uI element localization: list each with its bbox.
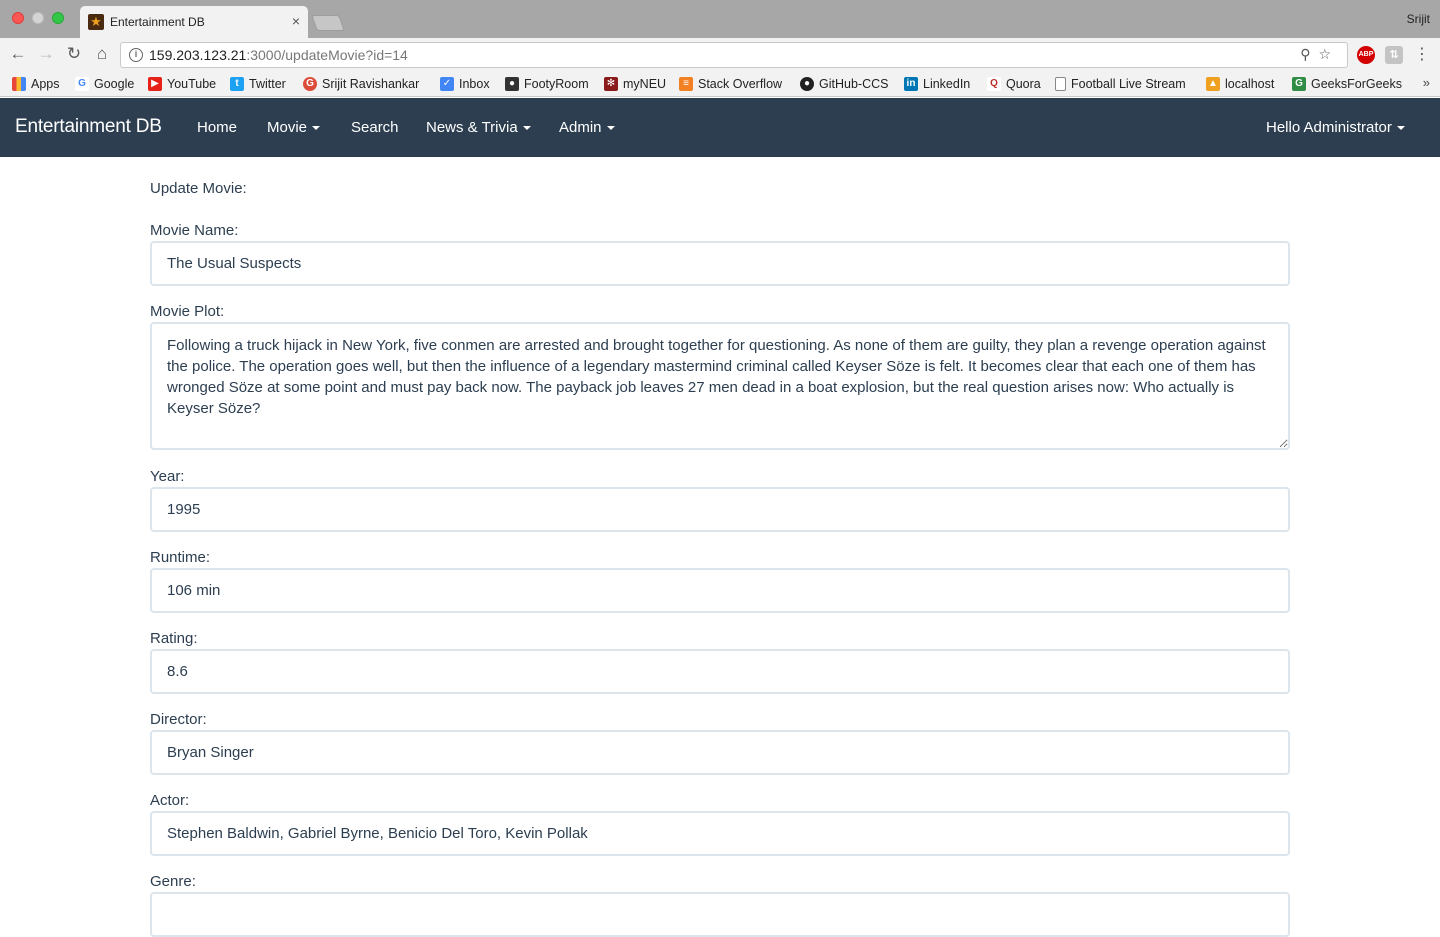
rating-input[interactable] bbox=[150, 649, 1290, 694]
nav-user-dropdown[interactable]: Hello Administrator bbox=[1266, 119, 1405, 136]
address-bar[interactable]: i 159.203.123.21:3000/updateMovie?id=14 … bbox=[120, 42, 1348, 68]
tab-title: Entertainment DB bbox=[110, 15, 205, 29]
bookmark-geeksforgeeks[interactable]: G GeeksForGeeks bbox=[1292, 75, 1402, 93]
page-icon bbox=[1055, 77, 1066, 91]
close-window-button[interactable] bbox=[12, 12, 24, 24]
minimize-window-button[interactable] bbox=[32, 12, 44, 24]
nav-movie-dropdown[interactable]: Movie bbox=[267, 119, 321, 136]
bookmark-twitter[interactable]: t Twitter bbox=[230, 75, 286, 93]
page-title: Update Movie: bbox=[150, 180, 247, 197]
genre-label: Genre: bbox=[150, 873, 196, 890]
nav-home[interactable]: Home bbox=[197, 119, 237, 136]
reload-icon[interactable]: ↻ bbox=[64, 44, 84, 64]
maximize-window-button[interactable] bbox=[52, 12, 64, 24]
github-icon: ● bbox=[800, 77, 814, 91]
runtime-label: Runtime: bbox=[150, 549, 211, 566]
tab-close-icon[interactable]: × bbox=[292, 13, 300, 29]
google-plus-icon: G bbox=[303, 77, 317, 91]
caret-down-icon bbox=[606, 126, 615, 131]
bookmark-stackoverflow[interactable]: ≡ Stack Overflow bbox=[679, 75, 782, 93]
brand-logo[interactable]: Entertainment DB bbox=[15, 116, 162, 138]
bookmark-apps[interactable]: Apps bbox=[12, 75, 60, 93]
footyroom-icon: ● bbox=[505, 77, 519, 91]
bookmark-footyroom[interactable]: ● FootyRoom bbox=[505, 75, 589, 93]
director-input[interactable] bbox=[150, 730, 1290, 775]
localhost-icon: ▲ bbox=[1206, 77, 1220, 91]
bookmark-quora[interactable]: Q Quora bbox=[987, 75, 1041, 93]
inbox-icon: ✓ bbox=[440, 77, 454, 91]
profile-name[interactable]: Srijit bbox=[1407, 12, 1430, 26]
runtime-input[interactable] bbox=[150, 568, 1290, 613]
actor-input[interactable] bbox=[150, 811, 1290, 856]
caret-down-icon bbox=[312, 126, 321, 131]
adblock-extension-icon[interactable]: ABP bbox=[1357, 46, 1375, 64]
bookmark-football-live[interactable]: Football Live Stream bbox=[1055, 75, 1186, 93]
caret-down-icon bbox=[522, 126, 531, 131]
year-input[interactable] bbox=[150, 487, 1290, 532]
year-label: Year: bbox=[150, 468, 185, 485]
bookmark-localhost[interactable]: ▲ localhost bbox=[1206, 75, 1274, 93]
movie-plot-textarea[interactable]: Following a truck hijack in New York, fi… bbox=[150, 322, 1290, 450]
apps-grid-icon bbox=[12, 77, 26, 91]
bookmark-inbox[interactable]: ✓ Inbox bbox=[440, 75, 490, 93]
rating-label: Rating: bbox=[150, 630, 198, 647]
caret-down-icon bbox=[1396, 126, 1405, 131]
bookmark-srijit[interactable]: G Srijit Ravishankar bbox=[303, 75, 419, 93]
browser-tab-active[interactable]: ★ Entertainment DB × bbox=[80, 6, 308, 38]
google-icon: G bbox=[75, 77, 89, 91]
bookmark-myneu[interactable]: ✻ myNEU bbox=[604, 75, 666, 93]
back-arrow-icon[interactable]: ← bbox=[8, 44, 28, 64]
geeksforgeeks-icon: G bbox=[1292, 77, 1306, 91]
genre-input[interactable] bbox=[150, 892, 1290, 937]
bookmark-youtube[interactable]: ▶ YouTube bbox=[148, 75, 216, 93]
bookmark-star-icon[interactable]: ⚲☆ bbox=[1300, 46, 1339, 63]
actor-label: Actor: bbox=[150, 792, 190, 809]
info-icon[interactable]: i bbox=[129, 48, 143, 62]
forward-arrow-icon[interactable]: → bbox=[36, 44, 56, 64]
twitter-icon: t bbox=[230, 77, 244, 91]
bookmark-github[interactable]: ● GitHub-CCS bbox=[800, 75, 888, 93]
linkedin-icon: in bbox=[904, 77, 918, 91]
youtube-icon: ▶ bbox=[148, 77, 162, 91]
paw-icon: ✻ bbox=[604, 77, 618, 91]
bookmark-linkedin[interactable]: in LinkedIn bbox=[904, 75, 970, 93]
bookmarks-bar: Apps G Google ▶ YouTube t Twitter G Srij… bbox=[0, 71, 1440, 97]
director-label: Director: bbox=[150, 711, 207, 728]
bookmarks-overflow-icon[interactable]: » bbox=[1423, 75, 1430, 90]
browser-menu-icon[interactable]: ⋮ bbox=[1414, 44, 1430, 64]
stackoverflow-icon: ≡ bbox=[679, 77, 693, 91]
bookmark-google[interactable]: G Google bbox=[75, 75, 134, 93]
extension-icon[interactable]: ⇅ bbox=[1385, 46, 1403, 64]
quora-icon: Q bbox=[987, 77, 1001, 91]
movie-plot-label: Movie Plot: bbox=[150, 303, 225, 320]
nav-news-dropdown[interactable]: News & Trivia bbox=[426, 119, 531, 136]
browser-toolbar: ← → ↻ ⌂ i 159.203.123.21:3000/updateMovi… bbox=[0, 38, 1440, 71]
browser-tab-strip: ★ Entertainment DB × Srijit bbox=[0, 0, 1440, 38]
movie-name-input[interactable] bbox=[150, 241, 1290, 286]
app-navbar: Entertainment DB Home Movie Search News … bbox=[0, 98, 1440, 157]
nav-admin-dropdown[interactable]: Admin bbox=[559, 119, 615, 136]
movie-name-label: Movie Name: bbox=[150, 222, 239, 239]
nav-search[interactable]: Search bbox=[351, 119, 399, 136]
home-icon[interactable]: ⌂ bbox=[92, 44, 112, 64]
star-favicon-icon: ★ bbox=[88, 14, 104, 30]
url-text[interactable]: 159.203.123.21:3000/updateMovie?id=14 bbox=[149, 47, 408, 63]
new-tab-button[interactable] bbox=[311, 15, 345, 31]
